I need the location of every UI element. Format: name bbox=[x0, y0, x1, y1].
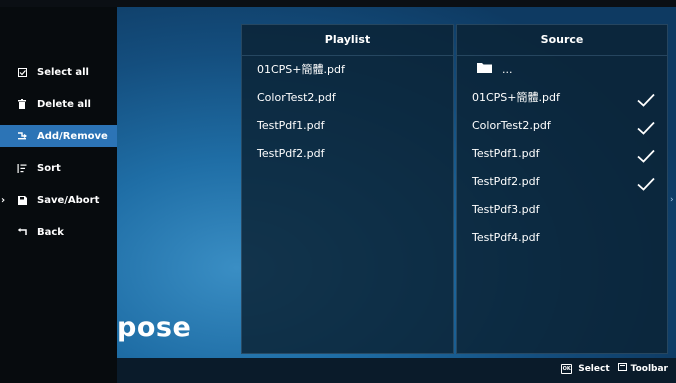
source-item[interactable]: 01CPS+簡體.pdf bbox=[457, 84, 667, 112]
playlist-list: 01CPS+簡體.pdf ColorTest2.pdf TestPdf1.pdf… bbox=[242, 56, 453, 168]
save-icon bbox=[12, 195, 32, 205]
menu-item-label: Save/Abort bbox=[37, 194, 100, 206]
playlist-item[interactable]: ColorTest2.pdf bbox=[242, 84, 453, 112]
source-header: Source bbox=[457, 25, 667, 56]
menu-item-label: Select all bbox=[37, 66, 89, 78]
select-hint: Select bbox=[578, 363, 610, 374]
ok-key-icon: OK bbox=[561, 363, 573, 374]
menu-item-back[interactable]: Back bbox=[0, 216, 117, 248]
menu-item-add-remove[interactable]: Add/Remove bbox=[0, 125, 117, 147]
chevron-right-icon: › bbox=[1, 194, 6, 206]
menu-item-save-abort[interactable]: › Save/Abort bbox=[0, 184, 117, 216]
playlist-item[interactable]: 01CPS+簡體.pdf bbox=[242, 56, 453, 84]
checkbox-icon bbox=[12, 67, 32, 77]
menu-item-delete-all[interactable]: Delete all bbox=[0, 88, 117, 120]
back-icon bbox=[12, 228, 32, 236]
trash-icon bbox=[12, 99, 32, 109]
background-title: pose bbox=[117, 312, 192, 343]
toolbar-sidebar: Select all Delete all Add/Remove Sort › bbox=[0, 7, 117, 383]
source-item[interactable]: TestPdf1.pdf bbox=[457, 140, 667, 168]
source-panel: Source ... 01CPS+簡體.pdf ColorTest2.pdf T… bbox=[456, 24, 668, 354]
playlist-panel: Playlist 01CPS+簡體.pdf ColorTest2.pdf Tes… bbox=[241, 24, 454, 354]
playlist-item[interactable]: TestPdf1.pdf bbox=[242, 112, 453, 140]
menu-item-label: Sort bbox=[37, 162, 61, 174]
source-item-label: 01CPS+簡體.pdf bbox=[472, 91, 560, 104]
chevron-right-icon: › bbox=[670, 195, 674, 205]
key-hints: OK Select Toolbar bbox=[561, 363, 668, 374]
menu-item-label: Delete all bbox=[37, 98, 91, 110]
source-item[interactable]: TestPdf2.pdf bbox=[457, 168, 667, 196]
sort-icon bbox=[12, 163, 32, 173]
source-item-label: TestPdf2.pdf bbox=[472, 175, 540, 188]
source-item-label: ColorTest2.pdf bbox=[472, 119, 551, 132]
source-item[interactable]: TestPdf3.pdf bbox=[457, 196, 667, 224]
parent-folder-row[interactable]: ... bbox=[457, 56, 667, 84]
menu-item-label: Back bbox=[37, 226, 64, 238]
toolbar-key-icon bbox=[617, 363, 627, 374]
source-item-label: TestPdf3.pdf bbox=[472, 203, 540, 216]
folder-icon bbox=[477, 56, 492, 84]
toolbar-hint: Toolbar bbox=[630, 363, 668, 374]
menu-item-label: Add/Remove bbox=[37, 130, 108, 142]
parent-folder-label: ... bbox=[502, 63, 513, 76]
top-bar bbox=[0, 0, 676, 7]
source-item-label: TestPdf4.pdf bbox=[472, 231, 540, 244]
source-list: ... 01CPS+簡體.pdf ColorTest2.pdf TestPdf1… bbox=[457, 56, 667, 252]
add-remove-icon bbox=[12, 131, 32, 141]
menu-item-select-all[interactable]: Select all bbox=[0, 56, 117, 88]
toolbar-menu: Select all Delete all Add/Remove Sort › bbox=[0, 56, 117, 248]
source-item[interactable]: TestPdf4.pdf bbox=[457, 224, 667, 252]
playlist-header: Playlist bbox=[242, 25, 453, 56]
menu-item-sort[interactable]: Sort bbox=[0, 152, 117, 184]
playlist-item[interactable]: TestPdf2.pdf bbox=[242, 140, 453, 168]
source-item[interactable]: ColorTest2.pdf bbox=[457, 112, 667, 140]
source-item-label: TestPdf1.pdf bbox=[472, 147, 540, 160]
